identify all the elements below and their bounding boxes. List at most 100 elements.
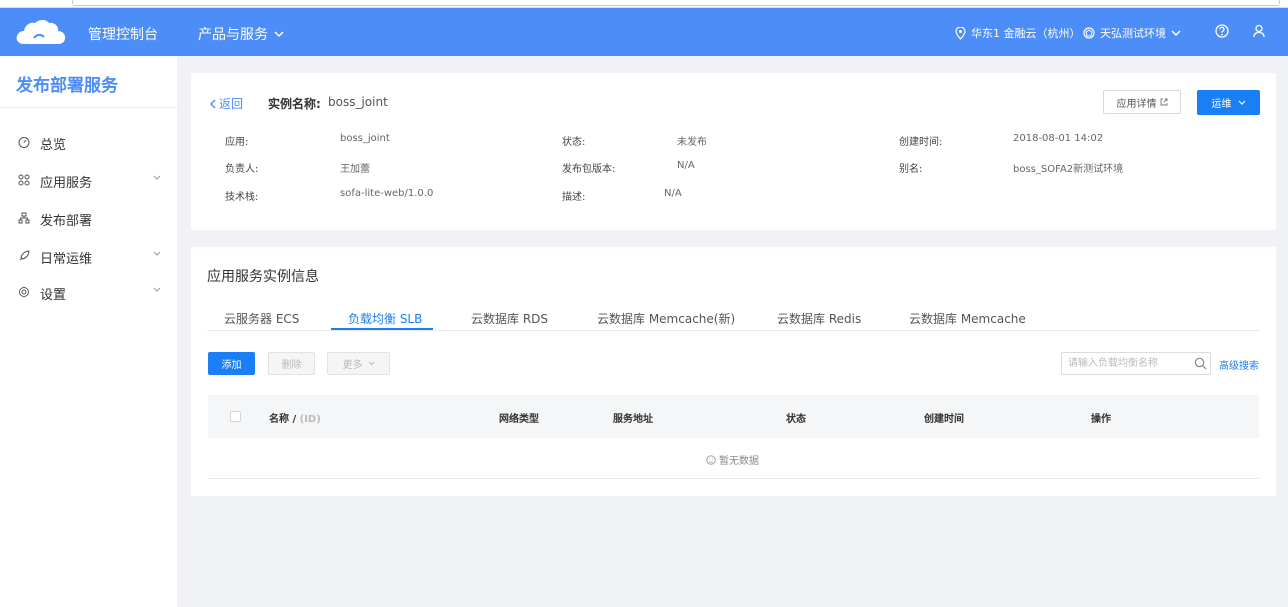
chevron-down-icon [1238,100,1245,105]
environment-icon [1083,27,1095,39]
active-tab-indicator [331,328,433,330]
chevron-down-icon [368,361,374,366]
created-field-label: 创建时间: [899,137,943,148]
advanced-search-link[interactable]: 高级搜索 [1219,357,1259,372]
service-info-card: 应用服务实例信息 云服务器 ECS 负载均衡 SLB 云数据库 RDS 云数据库… [191,247,1276,496]
alias-field-value: boss_SOFA2新测试环境 [1013,164,1124,175]
instance-name-label: 实例名称: [268,97,321,111]
environment-selector[interactable]: 天弘测试环境 [1083,25,1181,41]
stack-field-value: sofa-lite-web/1.0.0 [340,188,434,199]
external-link-icon [1160,98,1167,106]
column-address: 服务地址 [613,414,653,425]
column-created: 创建时间 [924,414,964,425]
page-scrollbar[interactable] [1276,56,1288,607]
app-detail-label: 应用详情 [1116,98,1157,110]
chevron-down-icon [274,30,284,37]
search-box [1061,352,1211,375]
user-icon[interactable] [1252,24,1266,38]
divider [0,107,177,108]
region-selector[interactable]: 华东1 金融云（杭州） [955,25,1081,41]
address-bar[interactable] [72,0,1280,6]
sidebar-item-label: 日常运维 [40,252,93,267]
tab-rds[interactable]: 云数据库 RDS [471,310,548,327]
owner-field-label: 负责人: [225,164,259,175]
status-field-value: 未发布 [677,137,707,148]
chevron-down-icon [153,175,161,180]
ops-label: 运维 [1211,99,1232,110]
service-tabs: 云服务器 ECS 负载均衡 SLB 云数据库 RDS 云数据库 Memcache… [207,305,1260,331]
deploy-icon [18,212,30,224]
tab-memcache-new[interactable]: 云数据库 Memcache(新) [597,310,735,327]
alias-field-label: 别名: [899,164,923,175]
environment-label: 天弘测试环境 [1100,27,1166,40]
products-label: 产品与服务 [198,27,268,43]
delete-button[interactable]: 删除 [268,352,315,375]
sidebar-item-overview[interactable]: 总览 [0,127,177,157]
column-name-label: 名称 / [269,414,297,425]
column-name: 名称 / (ID) [269,410,321,425]
help-icon[interactable] [1215,24,1229,38]
empty-row: 暂无数据 [208,438,1259,479]
column-network: 网络类型 [499,414,539,425]
gear-icon [19,287,29,297]
desc-field-value: N/A [664,188,682,199]
cloud-logo-icon[interactable] [14,18,66,46]
back-link[interactable]: 返回 [209,95,243,112]
empty-label: 暂无数据 [719,456,759,467]
status-field-label: 状态: [562,137,586,148]
section-title: 应用服务实例信息 [207,269,319,285]
app-field-value: boss_joint [340,133,390,144]
sidebar-item-deploy[interactable]: 发布部署 [0,203,177,233]
back-label: 返回 [219,97,244,111]
sidebar-item-label: 设置 [40,288,67,303]
apps-icon [18,174,30,186]
instance-name-value: boss_joint [328,95,388,109]
owner-field-value: 王加蕾 [340,164,370,175]
region-label: 华东1 金融云（杭州） [971,27,1081,40]
top-navigation-bar: 管理控制台 产品与服务 华东1 金融云（杭州） 天弘测试环境 [0,8,1288,56]
tab-memcache[interactable]: 云数据库 Memcache [909,310,1026,327]
version-field-value: N/A [677,160,695,171]
sidebar-item-settings[interactable]: 设置 [0,277,177,307]
app-field-label: 应用: [225,137,249,148]
sidebar-item-label: 发布部署 [40,214,93,229]
chevron-down-icon [153,287,161,292]
table-header: 名称 / (ID) 网络类型 服务地址 状态 创建时间 操作 [208,395,1259,438]
add-button[interactable]: 添加 [208,352,255,375]
dashboard-icon [18,137,30,148]
search-input[interactable] [1062,353,1190,374]
chevron-down-icon [153,251,161,256]
created-field-value: 2018-08-01 14:02 [1013,133,1104,144]
more-button[interactable]: 更多 [327,352,390,375]
select-all-checkbox[interactable] [230,411,241,422]
sidebar-title: 发布部署服务 [16,76,118,96]
tab-redis[interactable]: 云数据库 Redis [777,310,861,327]
console-title[interactable]: 管理控制台 [88,24,158,44]
app-detail-button[interactable]: 应用详情 [1103,90,1181,114]
version-field-label: 发布包版本: [562,164,616,175]
chevron-down-icon [1171,29,1181,36]
sidebar-item-daily-ops[interactable]: 日常运维 [0,241,177,271]
rocket-icon [19,250,30,261]
search-icon[interactable] [1194,357,1207,370]
sidebar-item-app-services[interactable]: 应用服务 [0,165,177,195]
products-menu[interactable]: 产品与服务 [198,24,284,44]
empty-face-icon [706,454,716,465]
tab-ecs[interactable]: 云服务器 ECS [224,310,299,327]
desc-field-label: 描述: [562,192,586,203]
chevron-left-icon [210,99,216,108]
ops-button[interactable]: 运维 [1197,90,1260,115]
sidebar: 发布部署服务 总览 应用服务 发布部署 日常运维 设置 [0,56,177,607]
stack-field-label: 技术栈: [225,192,259,203]
column-id-label: (ID) [299,414,321,425]
sidebar-item-label: 应用服务 [40,176,93,191]
empty-state: 暂无数据 [706,452,759,467]
column-status: 状态 [786,414,806,425]
instance-info-card: 返回 实例名称: boss_joint 应用详情 运维 应用: boss_joi… [191,73,1276,230]
tab-slb[interactable]: 负载均衡 SLB [348,310,422,327]
column-actions: 操作 [1091,414,1111,425]
sidebar-item-label: 总览 [40,138,67,153]
browser-chrome [0,0,1288,8]
more-label: 更多 [342,360,363,371]
location-pin-icon [955,26,966,40]
